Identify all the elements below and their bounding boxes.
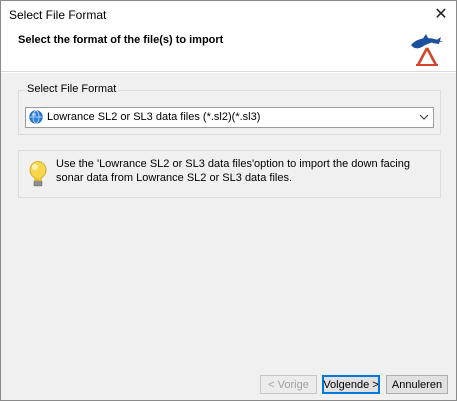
close-icon[interactable]: ✕ (426, 1, 456, 27)
file-format-selected-value: Lowrance SL2 or SL3 data files (*.sl2)(*… (47, 111, 261, 123)
file-format-group-label: Select File Format (25, 83, 119, 95)
window-title: Select File Format (9, 8, 107, 22)
info-text: Use the 'Lowrance SL2 or SL3 data files'… (56, 158, 410, 184)
select-file-format-dialog: Select File Format ✕ Select the format o… (0, 0, 457, 401)
globe-icon (29, 110, 43, 124)
file-format-group: Select File Format Lowrance SL2 or SL3 d… (18, 83, 441, 135)
cancel-button[interactable]: Annuleren (386, 375, 448, 394)
info-panel: Use the 'Lowrance SL2 or SL3 data files'… (18, 150, 441, 198)
wizard-header: Select the format of the file(s) to impo… (1, 27, 456, 72)
file-format-select[interactable]: Lowrance SL2 or SL3 data files (*.sl2)(*… (25, 107, 434, 128)
title-bar: Select File Format ✕ (1, 1, 456, 27)
app-logo-icon (411, 34, 443, 66)
lightbulb-icon (29, 161, 47, 187)
chevron-down-icon[interactable] (419, 113, 429, 121)
page-heading: Select the format of the file(s) to impo… (18, 34, 224, 46)
previous-button[interactable]: < Vorige (260, 375, 317, 394)
next-button[interactable]: Volgende > (322, 375, 380, 394)
